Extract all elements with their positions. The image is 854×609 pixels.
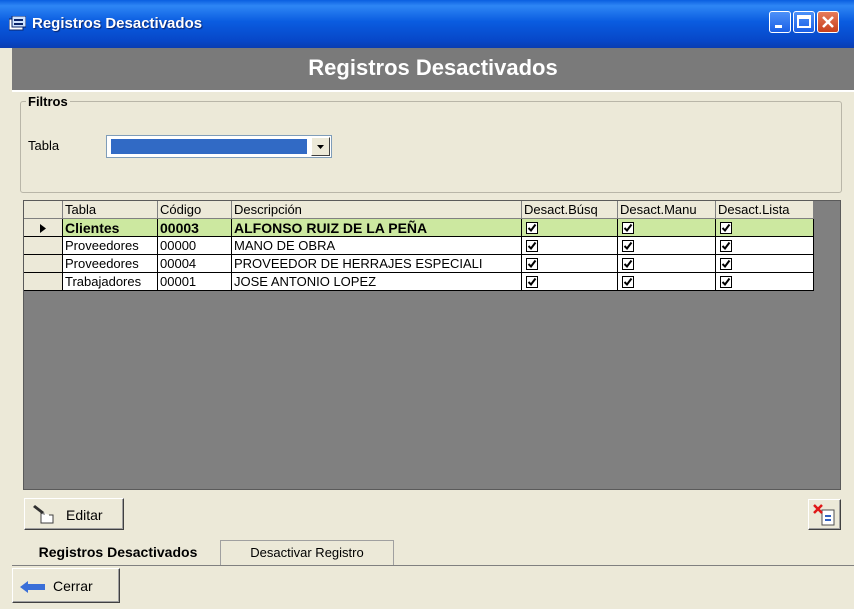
grid-corner: [24, 201, 63, 219]
desact-busq-checkbox[interactable]: [526, 258, 538, 270]
filters-legend: Filtros: [26, 94, 70, 109]
table-cell-desact-manu: [618, 273, 716, 291]
table-cell-tabla[interactable]: Trabajadores: [63, 273, 158, 291]
desact-busq-checkbox[interactable]: [526, 276, 538, 288]
table-select[interactable]: [106, 135, 332, 158]
desact-lista-checkbox[interactable]: [720, 222, 732, 234]
left-strip: [0, 48, 12, 609]
checkmark-icon: [527, 241, 537, 251]
maximize-button[interactable]: [793, 11, 815, 33]
table-cell-desact-lista: [716, 255, 814, 273]
row-indicator[interactable]: [24, 237, 63, 255]
table-cell-desact-manu: [618, 219, 716, 237]
table-cell-desact-lista: [716, 219, 814, 237]
row-indicator[interactable]: [24, 219, 63, 237]
close-icon: [822, 16, 834, 28]
table-cell-tabla[interactable]: Proveedores: [63, 255, 158, 273]
minimize-icon: [775, 25, 782, 28]
checkmark-icon: [527, 277, 537, 287]
delete-button[interactable]: [808, 499, 841, 530]
close-button[interactable]: [817, 11, 839, 33]
title-bar[interactable]: Registros Desactivados: [0, 0, 854, 48]
checkmark-icon: [527, 223, 537, 233]
app-icon: [9, 16, 26, 31]
chevron-down-icon: [317, 145, 324, 149]
back-arrow-icon: [20, 581, 45, 593]
table-cell-desact-busq: [522, 219, 618, 237]
table-cell-desact-lista: [716, 273, 814, 291]
table-cell-desact-manu: [618, 255, 716, 273]
desact-lista-checkbox[interactable]: [720, 276, 732, 288]
desact-manu-checkbox[interactable]: [622, 222, 634, 234]
table-cell-desact-lista: [716, 237, 814, 255]
checkmark-icon: [721, 241, 731, 251]
table-cell-descripcion[interactable]: PROVEEDOR DE HERRAJES ESPECIALI: [232, 255, 522, 273]
page-title: Registros Desactivados: [308, 55, 558, 80]
table-cell-descripcion[interactable]: JOSE ANTONIO LOPEZ: [232, 273, 522, 291]
table-label: Tabla: [28, 138, 60, 153]
close-form-button[interactable]: Cerrar: [12, 568, 120, 603]
edit-button-label: Editar: [66, 507, 103, 523]
checkmark-icon: [623, 223, 633, 233]
table-cell-codigo[interactable]: 00000: [158, 237, 232, 255]
delete-document-icon: [813, 504, 835, 526]
checkmark-icon: [623, 259, 633, 269]
desact-manu-checkbox[interactable]: [622, 276, 634, 288]
column-header-desact-busq[interactable]: Desact.Búsq: [522, 201, 618, 219]
table-cell-descripcion[interactable]: MANO DE OBRA: [232, 237, 522, 255]
column-header-codigo[interactable]: Código: [158, 201, 232, 219]
close-form-button-label: Cerrar: [53, 578, 93, 594]
table-cell-desact-busq: [522, 237, 618, 255]
table-cell-codigo[interactable]: 00003: [158, 219, 232, 237]
table-cell-tabla[interactable]: Clientes: [63, 219, 158, 237]
column-header-desact-manu[interactable]: Desact.Manu: [618, 201, 716, 219]
table-cell-tabla[interactable]: Proveedores: [63, 237, 158, 255]
checkmark-icon: [623, 241, 633, 251]
minimize-button[interactable]: [769, 11, 791, 33]
table-cell-codigo[interactable]: 00004: [158, 255, 232, 273]
table-cell-desact-busq: [522, 273, 618, 291]
table-cell-desact-busq: [522, 255, 618, 273]
checkmark-icon: [721, 223, 731, 233]
row-indicator[interactable]: [24, 273, 63, 291]
current-row-arrow-icon: [40, 224, 46, 233]
table-select-value: [111, 139, 307, 154]
row-indicator[interactable]: [24, 255, 63, 273]
table-cell-desact-manu: [618, 237, 716, 255]
checkmark-icon: [527, 259, 537, 269]
window-title: Registros Desactivados: [32, 15, 203, 32]
tabs-divider: [12, 565, 854, 566]
checkmark-icon: [623, 277, 633, 287]
column-header-desact-lista[interactable]: Desact.Lista: [716, 201, 814, 219]
tab-registros-desactivados[interactable]: Registros Desactivados: [16, 540, 220, 565]
table-cell-codigo[interactable]: 00001: [158, 273, 232, 291]
maximize-icon: [797, 15, 811, 28]
table-cell-descripcion[interactable]: ALFONSO RUIZ DE LA PEÑA: [232, 219, 522, 237]
window: Registros Desactivados Registros Desacti…: [0, 0, 854, 609]
desact-lista-checkbox[interactable]: [720, 258, 732, 270]
tab-desactivar-registro[interactable]: Desactivar Registro: [220, 540, 394, 565]
checkmark-icon: [721, 277, 731, 287]
desact-lista-checkbox[interactable]: [720, 240, 732, 252]
header-bar: Registros Desactivados: [12, 48, 854, 92]
column-header-descripcion[interactable]: Descripción: [232, 201, 522, 219]
edit-button[interactable]: Editar: [24, 498, 124, 530]
desact-busq-checkbox[interactable]: [526, 240, 538, 252]
desact-manu-checkbox[interactable]: [622, 258, 634, 270]
desact-busq-checkbox[interactable]: [526, 222, 538, 234]
table-select-dropdown-button[interactable]: [311, 137, 330, 156]
checkmark-icon: [721, 259, 731, 269]
edit-pencil-icon: [33, 505, 54, 524]
column-header-tabla[interactable]: Tabla: [63, 201, 158, 219]
desact-manu-checkbox[interactable]: [622, 240, 634, 252]
